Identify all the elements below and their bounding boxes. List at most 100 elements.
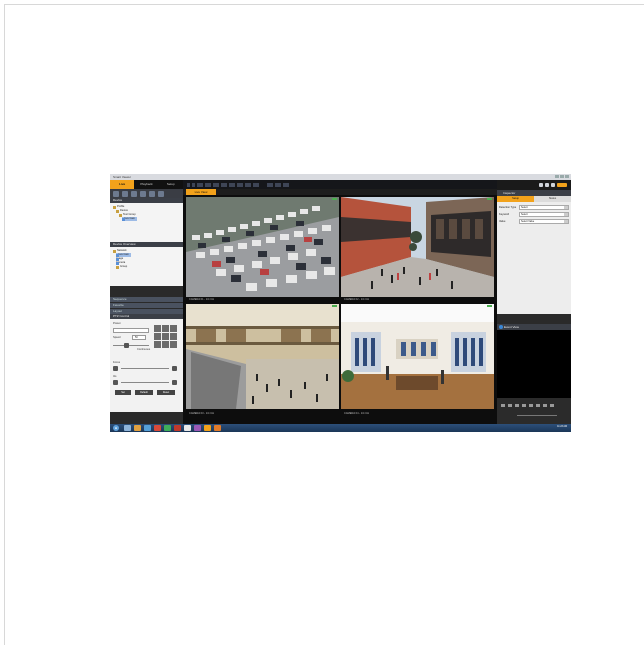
- ptz-left-button[interactable]: [154, 333, 161, 340]
- window-controls: [555, 175, 569, 178]
- gear-icon[interactable]: [545, 183, 549, 187]
- ptz-up-right-button[interactable]: [170, 325, 177, 332]
- volume-slider[interactable]: [517, 415, 557, 416]
- folder-icon[interactable]: [131, 190, 137, 197]
- continuous-checkbox[interactable]: Continuous: [137, 348, 150, 351]
- close-icon[interactable]: [565, 175, 569, 178]
- video-wall: Live View CAMERA 01 - 1/4 CH CAMERA 02 -…: [183, 180, 497, 424]
- speed-slider-knob[interactable]: [124, 343, 129, 348]
- tree-node[interactable]: Live Cam: [113, 217, 180, 221]
- tab-playback[interactable]: Playback: [134, 180, 158, 189]
- camera-tile[interactable]: [341, 197, 494, 297]
- start-icon[interactable]: ⊞: [113, 425, 119, 431]
- brand-logo: [557, 183, 567, 187]
- skip-end-icon[interactable]: [550, 404, 554, 407]
- iris-label: Iris: [113, 375, 117, 378]
- rewind-icon[interactable]: [508, 404, 512, 407]
- ptz-down-button[interactable]: [162, 341, 169, 348]
- camera-tile[interactable]: [186, 304, 339, 409]
- minimize-icon[interactable]: [555, 175, 559, 178]
- tab-inspector-status[interactable]: Status: [534, 196, 571, 202]
- fullscreen-icon[interactable]: [267, 182, 273, 187]
- capture-icon[interactable]: [149, 190, 155, 197]
- taskbar-clock[interactable]: 11:23 AM: [557, 425, 567, 428]
- tab-inspector-setup[interactable]: Setup: [497, 196, 534, 202]
- speed-slider[interactable]: [113, 345, 149, 346]
- ptz-home-button[interactable]: [162, 333, 169, 340]
- ptz-down-right-button[interactable]: [170, 341, 177, 348]
- camera-tile[interactable]: [341, 304, 494, 409]
- media-icon[interactable]: [154, 425, 161, 431]
- value-select[interactable]: Select Value: [519, 219, 569, 224]
- chrome-icon[interactable]: [164, 425, 171, 431]
- layout-2x2-icon[interactable]: [205, 182, 211, 187]
- overview-tree: Network Live Cam Image Camera Group: [110, 247, 183, 286]
- zoom-in-icon[interactable]: [172, 366, 177, 371]
- iris-slider[interactable]: [121, 382, 169, 383]
- explorer-icon[interactable]: [124, 425, 131, 431]
- app-icon[interactable]: [194, 425, 201, 431]
- camera-icon: [116, 261, 119, 265]
- folder-icon[interactable]: [134, 425, 141, 431]
- focus-label: Focus: [113, 361, 121, 364]
- camera-feed-store: [341, 304, 494, 409]
- step-back-icon[interactable]: [515, 404, 519, 407]
- ptz-set-button[interactable]: Set: [115, 390, 131, 395]
- device-tree: Profile Device Test Group Live Cam: [110, 203, 183, 242]
- ptz-right-button[interactable]: [170, 333, 177, 340]
- ptz-up-left-button[interactable]: [154, 325, 161, 332]
- ptz-down-left-button[interactable]: [154, 341, 161, 348]
- ptz-direction-pad: [154, 325, 177, 348]
- next-page-icon[interactable]: [192, 182, 195, 187]
- smart-viewer-icon[interactable]: [204, 425, 211, 431]
- live-tab-bar: Live View: [183, 189, 497, 195]
- detection-type-select[interactable]: Select: [519, 205, 569, 210]
- zoom-out-icon[interactable]: [113, 366, 118, 371]
- tab-live[interactable]: Live: [110, 180, 135, 189]
- capture-icon[interactable]: [275, 182, 281, 187]
- camera-tile[interactable]: [186, 197, 339, 297]
- ptz-default-button[interactable]: Default: [135, 390, 153, 395]
- app-icon[interactable]: [184, 425, 191, 431]
- maximize-icon[interactable]: [560, 175, 564, 178]
- layout-wide-icon[interactable]: [245, 182, 251, 187]
- keyword-select[interactable]: Select: [519, 212, 569, 217]
- camera-icon[interactable]: [122, 190, 128, 197]
- inspector-header[interactable]: Inspector: [497, 190, 571, 196]
- layout-more-icon[interactable]: [253, 182, 259, 187]
- iris-close-icon[interactable]: [113, 380, 118, 385]
- tree-node[interactable]: Group: [113, 265, 180, 269]
- speed-input[interactable]: 50: [132, 335, 146, 340]
- play-icon[interactable]: [529, 404, 533, 407]
- camera-icon: [116, 257, 119, 261]
- preset-select[interactable]: [113, 328, 149, 333]
- event-view-screen: [497, 330, 571, 398]
- layout-4x4-icon[interactable]: [221, 182, 227, 187]
- layout-5x5-icon[interactable]: [229, 182, 235, 187]
- record-icon[interactable]: [140, 190, 146, 197]
- layout-3x3-icon[interactable]: [213, 182, 219, 187]
- tab-live-view[interactable]: Live View: [186, 189, 216, 195]
- prev-page-icon[interactable]: [187, 182, 190, 187]
- ptz-up-button[interactable]: [162, 325, 169, 332]
- record-icon[interactable]: [283, 182, 289, 187]
- help-icon[interactable]: [551, 183, 555, 187]
- monitor-icon[interactable]: [539, 183, 543, 187]
- app-icon[interactable]: [214, 425, 221, 431]
- settings-icon[interactable]: [158, 190, 164, 197]
- focus-slider[interactable]: [121, 368, 169, 369]
- iris-open-icon[interactable]: [172, 380, 177, 385]
- skip-start-icon[interactable]: [501, 404, 505, 407]
- step-forward-icon[interactable]: [536, 404, 540, 407]
- layout-icon[interactable]: [113, 190, 119, 197]
- ptz-reset-button[interactable]: Reset: [157, 390, 175, 395]
- pause-icon[interactable]: [522, 404, 526, 407]
- fast-forward-icon[interactable]: [543, 404, 547, 407]
- mode-tabs: Live Playback Setup: [110, 180, 183, 189]
- form-row: Keyword Select: [499, 211, 569, 218]
- layout-1x1-icon[interactable]: [197, 182, 203, 187]
- browser-icon[interactable]: [144, 425, 151, 431]
- app-icon[interactable]: [174, 425, 181, 431]
- tab-setup[interactable]: Setup: [159, 180, 183, 189]
- layout-custom-icon[interactable]: [237, 182, 243, 187]
